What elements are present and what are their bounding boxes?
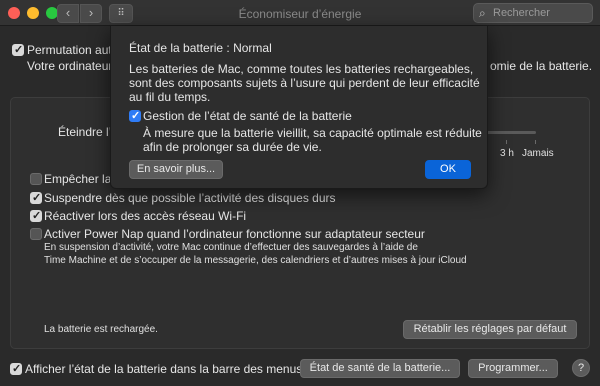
search-field[interactable]: ⌕ <box>473 3 593 23</box>
wake-wifi-checkbox[interactable] <box>30 209 42 222</box>
power-nap-description-line-1: En suspension d’activité, votre Mac cont… <box>44 242 418 253</box>
schedule-button[interactable]: Programmer... <box>468 359 558 378</box>
search-input[interactable] <box>493 6 588 20</box>
permutation-checkbox[interactable] <box>12 43 24 56</box>
prevent-sleep-checkbox[interactable] <box>30 173 42 185</box>
battery-management-label: Gestion de l’état de santé de la batteri… <box>143 109 352 123</box>
permutation-description-right: omie de la batterie. <box>490 59 593 73</box>
sheet-body-line-2: sont des composants sujets à l’usure qui… <box>129 76 480 90</box>
slider-label-never: Jamais <box>522 148 554 159</box>
battery-management-description-1: À mesure que la batterie vieillit, sa ca… <box>143 126 482 140</box>
show-battery-status-label: Afficher l’état de la batterie dans la b… <box>25 362 303 376</box>
hard-disk-sleep-label: Suspendre dès que possible l’activité de… <box>44 191 336 205</box>
battery-management-description-2: afin de prolonger sa durée de vie. <box>143 140 322 154</box>
sheet-body-line-1: Les batteries de Mac, comme toutes les b… <box>129 62 474 76</box>
slider-tick <box>506 140 507 144</box>
battery-health-sheet: État de la batterie : Normal Les batteri… <box>110 26 488 189</box>
learn-more-button[interactable]: En savoir plus... <box>129 160 223 179</box>
title-bar: ‹ › ⠿ Économiseur d’énergie ⌕ <box>0 0 600 26</box>
hard-disk-sleep-checkbox[interactable] <box>30 191 42 204</box>
battery-management-checkbox[interactable] <box>129 109 141 122</box>
battery-status-line: État de la batterie : Normal <box>129 41 272 55</box>
search-icon: ⌕ <box>479 6 486 20</box>
battery-status-text: La batterie est rechargée. <box>44 324 158 335</box>
ok-button[interactable]: OK <box>425 160 471 179</box>
power-nap-label: Activer Power Nap quand l’ordinateur fon… <box>44 227 425 241</box>
wake-wifi-label: Réactiver lors des accès réseau Wi-Fi <box>44 209 247 223</box>
battery-health-button[interactable]: État de santé de la batterie... <box>300 359 460 378</box>
slider-tick <box>535 140 536 144</box>
slider-label-3h: 3 h <box>500 148 514 159</box>
power-nap-description-line-2: Time Machine et de s’occuper de la messa… <box>44 255 467 266</box>
restore-defaults-button[interactable]: Rétablir les réglages par défaut <box>403 320 577 339</box>
show-battery-status-checkbox[interactable] <box>10 362 22 375</box>
sheet-body-line-3: au fil du temps. <box>129 90 211 104</box>
power-nap-checkbox[interactable] <box>30 228 42 240</box>
help-button[interactable]: ? <box>572 359 590 377</box>
